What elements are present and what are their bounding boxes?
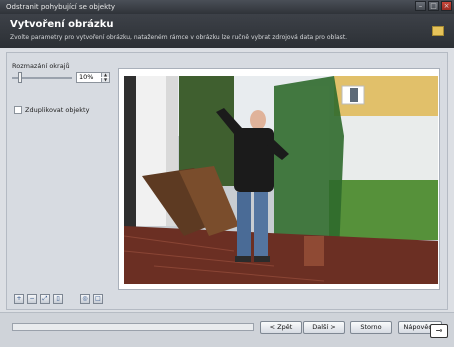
settings-panel: Rozmazání okrajů <box>12 62 112 70</box>
duplicate-checkbox[interactable] <box>14 106 22 114</box>
cancel-button[interactable]: Storno <box>350 321 392 334</box>
progress-bar <box>12 323 254 331</box>
window-title: Odstranit pohybující se objekty <box>6 3 116 11</box>
page-title: Vytvoření obrázku <box>10 19 114 30</box>
back-button[interactable]: < Zpět <box>260 321 302 334</box>
next-button[interactable]: Další > <box>303 321 345 334</box>
fit-icon[interactable]: ⤢ <box>40 294 50 304</box>
zoom-in-icon[interactable]: + <box>14 294 24 304</box>
select-icon[interactable]: ◎ <box>80 294 90 304</box>
wizard-header: Vytvoření obrázku Zvolte parametry pro v… <box>0 14 454 48</box>
actual-size-icon[interactable]: ▯ <box>53 294 63 304</box>
preview-toolbar: + − ⤢ ▯ ◎ □ <box>14 294 103 304</box>
close-button[interactable]: × <box>441 1 452 11</box>
folder-icon <box>432 26 444 36</box>
maximize-button[interactable]: □ <box>428 1 439 11</box>
frame-icon[interactable]: □ <box>93 294 103 304</box>
title-bar: Odstranit pohybující se objekty – □ × <box>0 0 454 14</box>
dialog-window: Odstranit pohybující se objekty – □ × Vy… <box>0 0 454 347</box>
blur-control: 10% ▲ ▼ <box>12 72 112 84</box>
help-overlay-icon[interactable]: ⊸ <box>430 324 448 338</box>
zoom-out-icon[interactable]: − <box>27 294 37 304</box>
spin-down-icon[interactable]: ▼ <box>101 78 109 82</box>
blur-slider-thumb[interactable] <box>18 72 22 83</box>
preview-photo[interactable] <box>124 76 438 284</box>
page-subtitle: Zvolte parametry pro vytvoření obrázku, … <box>10 34 348 41</box>
garden-photo-image <box>124 76 438 284</box>
minimize-button[interactable]: – <box>415 1 426 11</box>
duplicate-label: Zduplikovat objekty <box>25 106 90 114</box>
blur-value: 10% <box>79 73 94 81</box>
window-controls: – □ × <box>415 1 452 11</box>
blur-spinbox[interactable]: 10% ▲ ▼ <box>76 72 110 83</box>
duplicate-option[interactable]: Zduplikovat objekty <box>14 106 89 114</box>
blur-label: Rozmazání okrajů <box>12 62 70 70</box>
